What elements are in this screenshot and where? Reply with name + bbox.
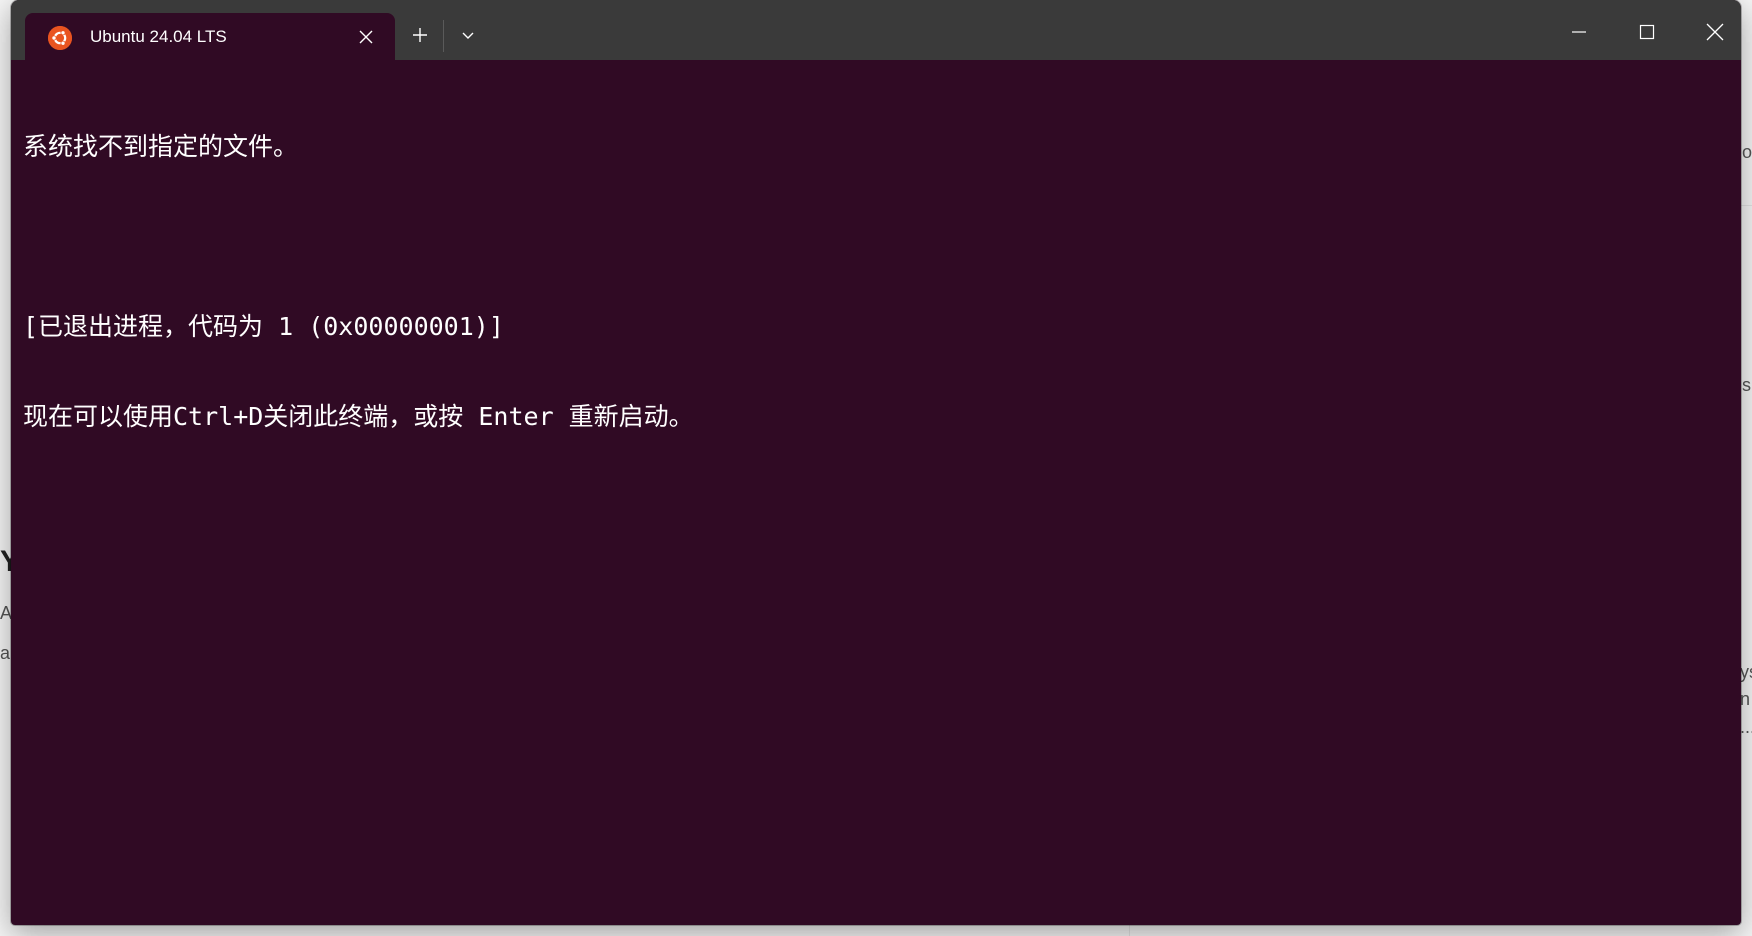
tab-dropdown-button[interactable] <box>451 18 485 52</box>
title-bar[interactable]: Ubuntu 24.04 LTS <box>11 0 1741 60</box>
plus-icon <box>413 28 427 42</box>
tab-ubuntu[interactable]: Ubuntu 24.04 LTS <box>25 13 395 60</box>
terminal-window: Ubuntu 24.04 LTS 系统找不到指定的文件。 [已退出进程，代码为 … <box>11 0 1741 925</box>
background-text-fragment: ... <box>1740 717 1752 737</box>
maximize-button[interactable] <box>1619 10 1675 54</box>
background-text-fragment: n <box>1740 689 1751 709</box>
background-text-fragment: a <box>0 643 11 663</box>
window-close-button[interactable] <box>1687 10 1741 54</box>
tab-separator <box>443 20 444 52</box>
background-text-fragment: s <box>1742 375 1751 395</box>
chevron-down-icon <box>462 32 474 39</box>
terminal-output[interactable]: 系统找不到指定的文件。 [已退出进程，代码为 1 (0x00000001)] 现… <box>11 60 1741 925</box>
terminal-line: 现在可以使用Ctrl+D关闭此终端，或按 Enter 重新启动。 <box>23 402 694 431</box>
background-text-fragment: o. <box>1742 142 1752 162</box>
terminal-line: 系统找不到指定的文件。 <box>23 132 299 161</box>
close-icon <box>1706 23 1724 41</box>
ubuntu-logo-icon <box>48 26 72 50</box>
background-text-fragment: ys <box>1740 662 1752 682</box>
tab-close-button[interactable] <box>353 24 379 50</box>
minimize-button[interactable] <box>1551 10 1607 54</box>
tab-title: Ubuntu 24.04 LTS <box>90 27 227 46</box>
terminal-line: [已退出进程，代码为 1 (0x00000001)] <box>23 312 504 341</box>
close-icon <box>359 30 373 44</box>
new-tab-button[interactable] <box>403 18 437 52</box>
minimize-icon <box>1572 31 1586 33</box>
maximize-icon <box>1639 24 1655 40</box>
